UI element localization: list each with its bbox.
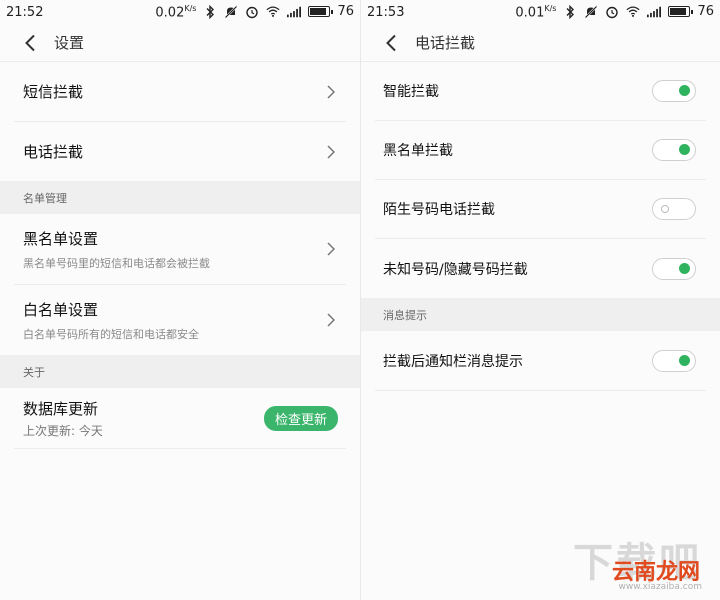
status-bar: 21:53 0.01K/s 76	[361, 0, 720, 24]
network-speed: 0.02K/s	[155, 3, 197, 21]
toggle-list: 智能拦截 黑名单拦截 陌生号码电话拦截 未知号码/隐藏号码拦截	[361, 62, 720, 298]
back-arrow-icon[interactable]	[381, 33, 401, 53]
wifi-icon	[626, 5, 640, 19]
section-header-about: 关于	[0, 355, 360, 388]
settings-list: 短信拦截 电话拦截	[0, 62, 360, 181]
chevron-right-icon	[324, 313, 338, 327]
row-label: 电话拦截	[23, 143, 84, 161]
status-icons: 0.01K/s 76	[515, 4, 714, 20]
bluetooth-icon	[563, 4, 577, 19]
toggle-row-blacklist-block: 黑名单拦截	[375, 121, 706, 180]
alarm-icon	[605, 5, 619, 19]
check-update-button[interactable]: 检查更新	[263, 405, 338, 431]
call-block-screen: 21:53 0.01K/s 76 电话拦截 智能拦截 黑名单拦截 陌生号码电话拦…	[361, 0, 720, 600]
alarm-icon	[245, 5, 259, 19]
toggle-row-notify: 拦截后通知栏消息提示	[375, 331, 706, 391]
database-update-row: 数据库更新 上次更新: 今天 检查更新	[14, 388, 346, 449]
chevron-right-icon	[324, 84, 338, 99]
notify-toggle[interactable]	[652, 349, 696, 372]
battery-percent: 76	[697, 4, 714, 20]
call-block-row[interactable]: 电话拦截	[14, 122, 346, 181]
toggle-row-smart-block: 智能拦截	[375, 62, 706, 121]
battery-icon	[668, 6, 694, 18]
mute-icon	[584, 5, 598, 19]
title-bar: 电话拦截	[361, 24, 720, 62]
section-header-notify: 消息提示	[361, 298, 720, 331]
battery-percent: 76	[337, 4, 354, 20]
network-speed: 0.01K/s	[515, 3, 557, 21]
chevron-right-icon	[324, 144, 338, 159]
watermark-brand: 云南龙网	[611, 560, 700, 585]
sms-block-row[interactable]: 短信拦截	[14, 62, 346, 122]
page-title: 电话拦截	[415, 34, 476, 52]
status-bar: 21:52 0.02K/s 76	[0, 0, 360, 24]
chevron-right-icon	[324, 242, 338, 256]
blacklist-settings-row[interactable]: 黑名单设置 黑名单号码里的短信和电话都会被拦截	[14, 214, 346, 285]
toggle-label: 黑名单拦截	[383, 143, 453, 159]
whitelist-settings-row[interactable]: 白名单设置 白名单号码所有的短信和电话都安全	[14, 285, 346, 355]
title-bar: 设置	[0, 24, 360, 62]
back-arrow-icon[interactable]	[20, 33, 40, 53]
toggle-label: 陌生号码电话拦截	[383, 202, 495, 218]
smart-block-toggle[interactable]	[652, 80, 696, 102]
toggle-row-unknown-block: 未知号码/隐藏号码拦截	[375, 239, 706, 298]
toggle-label: 拦截后通知栏消息提示	[383, 353, 523, 370]
wifi-icon	[266, 5, 280, 19]
toggle-row-stranger-block: 陌生号码电话拦截	[375, 180, 706, 239]
page-title: 设置	[54, 34, 85, 52]
signal-icon	[287, 5, 302, 19]
row-label: 短信拦截	[23, 83, 84, 101]
last-update-text: 上次更新: 今天	[23, 423, 103, 438]
mute-icon	[224, 5, 238, 19]
signal-icon	[647, 5, 662, 19]
status-time: 21:53	[367, 4, 405, 20]
bluetooth-icon	[203, 4, 217, 19]
blacklist-block-toggle[interactable]	[652, 139, 696, 161]
stranger-block-toggle[interactable]	[652, 198, 696, 220]
row-label: 数据库更新	[23, 399, 99, 418]
settings-screen: 21:52 0.02K/s 76 设置 短信拦截 电话拦截 名单管理 黑名单设置…	[0, 0, 360, 600]
row-label: 黑名单设置	[23, 229, 99, 248]
row-description: 黑名单号码里的短信和电话都会被拦截	[23, 256, 210, 270]
status-time: 21:52	[6, 4, 44, 20]
battery-icon	[308, 6, 334, 18]
unknown-number-block-toggle[interactable]	[652, 257, 696, 280]
status-icons: 0.02K/s 76	[155, 4, 354, 20]
row-description: 白名单号码所有的短信和电话都安全	[23, 327, 199, 341]
row-label: 白名单设置	[23, 300, 99, 319]
section-header-list-management: 名单管理	[0, 181, 360, 214]
toggle-label: 智能拦截	[383, 84, 439, 100]
toggle-label: 未知号码/隐藏号码拦截	[383, 261, 528, 278]
